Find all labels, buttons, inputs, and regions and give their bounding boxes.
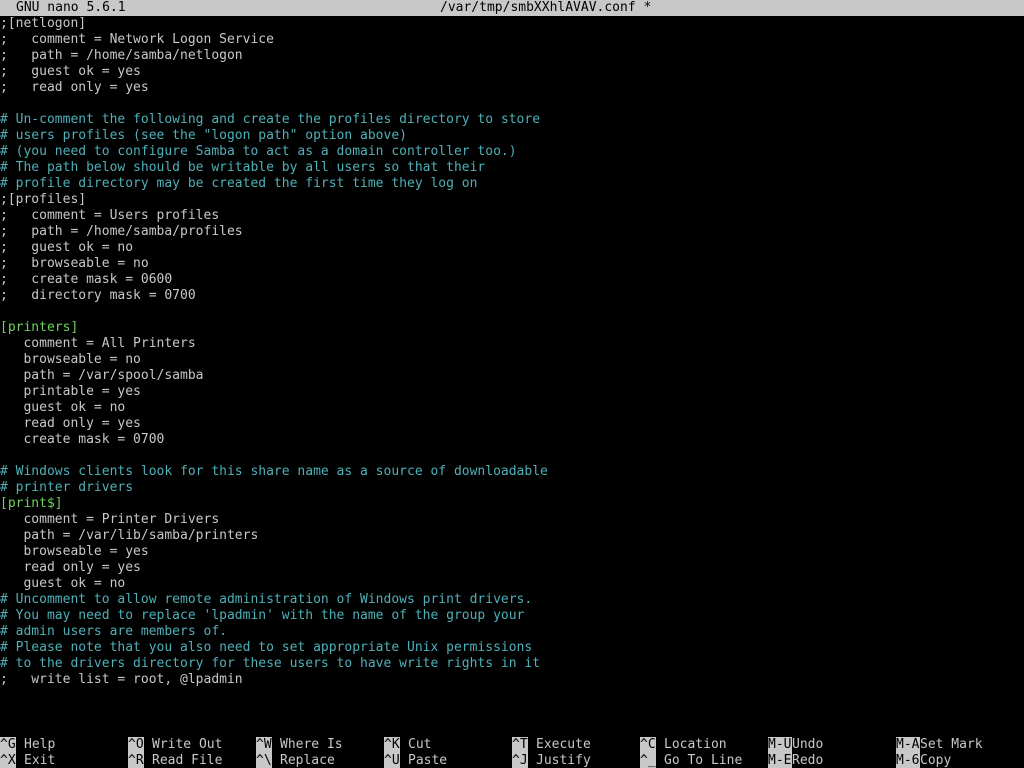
shortcut-label: Where Is xyxy=(280,737,343,752)
config-line[interactable]: path = /var/spool/samba xyxy=(0,368,1024,384)
config-line[interactable]: ;[profiles] xyxy=(0,192,1024,208)
shortcut-label: Cut xyxy=(408,737,432,752)
section-header-line[interactable]: [print$] xyxy=(0,496,1024,512)
shortcut-execute[interactable]: ^T Execute xyxy=(512,737,591,753)
config-line[interactable]: ; guest ok = no xyxy=(0,240,1024,256)
shortcut-label: Justify xyxy=(536,753,591,768)
shortcut-label: Paste xyxy=(408,753,448,768)
shortcut-location[interactable]: ^C Location xyxy=(640,737,727,753)
comment-line[interactable]: # Uncomment to allow remote administrati… xyxy=(0,592,1024,608)
config-line[interactable] xyxy=(0,304,1024,320)
comment-line[interactable]: # profile directory may be created the f… xyxy=(0,176,1024,192)
config-line[interactable]: ; read only = yes xyxy=(0,80,1024,96)
shortcut-label: Location xyxy=(664,737,727,752)
shortcut-help-bar: ^G Help ^X Exit ^O Write Out ^R Read File ^W Wher… xyxy=(0,737,1024,768)
config-line[interactable]: browseable = no xyxy=(0,352,1024,368)
shortcut-key: ^T xyxy=(512,737,528,753)
config-line[interactable]: ; write list = root, @lpadmin xyxy=(0,672,1024,688)
shortcut-copy[interactable]: M-6Copy xyxy=(896,753,951,768)
shortcut-key: ^_ xyxy=(640,753,656,768)
shortcut-justify[interactable]: ^J Justify xyxy=(512,753,591,768)
comment-line[interactable]: # Please note that you also need to set … xyxy=(0,640,1024,656)
shortcut-paste[interactable]: ^U Paste xyxy=(384,753,447,768)
section-header-line[interactable]: [printers] xyxy=(0,320,1024,336)
shortcut-write-out[interactable]: ^O Write Out xyxy=(128,737,222,753)
config-line[interactable]: ; comment = Users profiles xyxy=(0,208,1024,224)
shortcut-key: ^\ xyxy=(256,753,272,768)
config-line[interactable]: comment = All Printers xyxy=(0,336,1024,352)
config-line[interactable]: ; comment = Network Logon Service xyxy=(0,32,1024,48)
config-line[interactable] xyxy=(0,448,1024,464)
shortcut-key: M-U xyxy=(768,737,792,753)
comment-line[interactable]: # printer drivers xyxy=(0,480,1024,496)
shortcut-key: ^W xyxy=(256,737,272,753)
shortcut-redo[interactable]: M-ERedo xyxy=(768,753,823,768)
shortcut-key: ^X xyxy=(0,753,16,768)
config-line[interactable]: ; path = /home/samba/profiles xyxy=(0,224,1024,240)
shortcut-label: Replace xyxy=(280,753,335,768)
shortcut-key: ^R xyxy=(128,753,144,768)
config-line[interactable]: printable = yes xyxy=(0,384,1024,400)
comment-line[interactable]: # to the drivers directory for these use… xyxy=(0,656,1024,672)
shortcut-label: Help xyxy=(24,737,56,752)
shortcut-read-file[interactable]: ^R Read File xyxy=(128,753,222,768)
config-line[interactable]: guest ok = no xyxy=(0,576,1024,592)
config-line[interactable]: ;[netlogon] xyxy=(0,16,1024,32)
shortcut-key: M-6 xyxy=(896,753,920,768)
comment-line[interactable]: # Un-comment the following and create th… xyxy=(0,112,1024,128)
shortcut-key: ^G xyxy=(0,737,16,753)
shortcut-help[interactable]: ^G Help xyxy=(0,737,55,753)
config-line[interactable]: guest ok = no xyxy=(0,400,1024,416)
shortcut-exit[interactable]: ^X Exit xyxy=(0,753,55,768)
app-name: GNU nano 5.6.1 xyxy=(16,0,126,15)
shortcut-label: Write Out xyxy=(152,737,223,752)
shortcut-key: M-E xyxy=(768,753,792,768)
config-line[interactable]: path = /var/lib/samba/printers xyxy=(0,528,1024,544)
shortcut-label: Copy xyxy=(920,753,952,768)
config-line[interactable] xyxy=(0,96,1024,112)
shortcut-key: ^O xyxy=(128,737,144,753)
comment-line[interactable]: # You may need to replace 'lpadmin' with… xyxy=(0,608,1024,624)
shortcut-key: M-A xyxy=(896,737,920,753)
shortcut-label: Go To Line xyxy=(664,753,743,768)
file-path: /var/tmp/smbXXhlAVAV.conf * xyxy=(440,0,652,15)
shortcut-key: ^C xyxy=(640,737,656,753)
comment-line[interactable]: # users profiles (see the "logon path" o… xyxy=(0,128,1024,144)
text-editor-area[interactable]: ;[netlogon]; comment = Network Logon Ser… xyxy=(0,16,1024,736)
shortcut-label: Undo xyxy=(792,737,824,752)
shortcut-key: ^J xyxy=(512,753,528,768)
shortcut-undo[interactable]: M-UUndo xyxy=(768,737,823,753)
comment-line[interactable]: # admin users are members of. xyxy=(0,624,1024,640)
shortcut-key: ^K xyxy=(384,737,400,753)
shortcut-label: Exit xyxy=(24,753,56,768)
config-line[interactable]: read only = yes xyxy=(0,416,1024,432)
comment-line[interactable]: # Windows clients look for this share na… xyxy=(0,464,1024,480)
shortcut-label: Set Mark xyxy=(920,737,983,752)
config-line[interactable]: create mask = 0700 xyxy=(0,432,1024,448)
config-line[interactable]: ; guest ok = yes xyxy=(0,64,1024,80)
shortcut-cut[interactable]: ^K Cut xyxy=(384,737,431,753)
shortcut-label: Execute xyxy=(536,737,591,752)
shortcut-go-to-line[interactable]: ^_ Go To Line xyxy=(640,753,742,768)
comment-line[interactable]: # The path below should be writable by a… xyxy=(0,160,1024,176)
config-line[interactable]: ; path = /home/samba/netlogon xyxy=(0,48,1024,64)
title-bar: GNU nano 5.6.1 /var/tmp/smbXXhlAVAV.conf… xyxy=(0,0,1024,16)
shortcut-key: ^U xyxy=(384,753,400,768)
shortcut-label: Read File xyxy=(152,753,223,768)
comment-line[interactable]: # (you need to configure Samba to act as… xyxy=(0,144,1024,160)
shortcut-replace[interactable]: ^\ Replace xyxy=(256,753,335,768)
config-line[interactable]: read only = yes xyxy=(0,560,1024,576)
config-line[interactable]: browseable = yes xyxy=(0,544,1024,560)
config-line[interactable]: ; directory mask = 0700 xyxy=(0,288,1024,304)
config-line[interactable]: ; create mask = 0600 xyxy=(0,272,1024,288)
shortcut-set-mark[interactable]: M-ASet Mark xyxy=(896,737,983,753)
config-line[interactable]: comment = Printer Drivers xyxy=(0,512,1024,528)
shortcut-label: Redo xyxy=(792,753,824,768)
shortcut-where-is[interactable]: ^W Where Is xyxy=(256,737,343,753)
config-line[interactable]: ; browseable = no xyxy=(0,256,1024,272)
